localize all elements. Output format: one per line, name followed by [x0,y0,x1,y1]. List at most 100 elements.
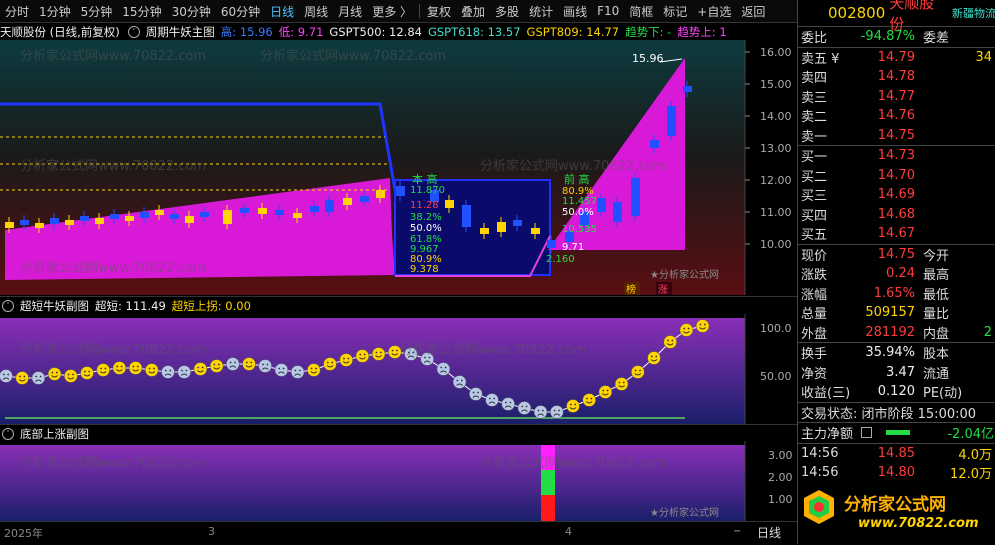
candle-body [185,216,194,223]
buy-price: 14.68 [877,206,915,222]
mark-button[interactable]: 标记 [658,3,692,20]
minus-icon[interactable]: − [733,526,741,537]
y-tick-label: 10.00 [760,238,792,251]
period-tab-weekly[interactable]: 周线 [299,3,333,20]
buy-row[interactable]: 买三 14.69 [798,185,995,205]
period-tab-daily[interactable]: 日线 [265,3,299,20]
back-button[interactable]: 返回 [736,3,770,20]
stat-label-2: 最低 [923,287,950,303]
time-label-april: 4 [565,525,572,538]
right-level-2: 50.0% [562,207,594,218]
site-logo: 分析家公式网 www.70822.com [798,484,995,544]
sell-row[interactable]: 卖五 ¥ 14.79 34 [798,48,995,68]
happy-face-icon [145,363,159,377]
main-net-toggle-icon[interactable] [861,427,872,439]
sub2-watermark-logo: ★分析家公式网 [650,506,719,519]
high-value: 高: 15.96 [220,24,273,39]
draw-line-button[interactable]: 画线 [558,3,592,20]
period-tab-monthly[interactable]: 月线 [333,3,367,20]
overlay-button[interactable]: 叠加 [456,3,490,20]
stat-row: 现价 14.75 今开 [798,245,995,265]
sub1-chart[interactable]: 分析家公式网www.70822.com 分析家公式网www.70822.com … [0,314,797,424]
watermark-text-5: 分析家公式网www.70822.com [20,260,206,276]
weicha-label: 委差 [923,31,950,47]
period-tab-15min[interactable]: 15分钟 [117,3,166,20]
sub2-bar-red [541,495,555,521]
quote-header: 002800 天顺股份 新疆物流 [798,0,995,33]
gspt809-value: GSPT809: 14.77 [526,24,620,39]
right-level-3: 10.535 [562,224,597,235]
period-tab-5min[interactable]: 5分钟 [76,3,118,20]
share-stat-label-2: 股本 [923,347,950,363]
period-tab-60min[interactable]: 60分钟 [216,3,265,20]
watermark-text-6: 分析家公式网www.70822.com [20,342,206,358]
add-watchlist-button[interactable]: +自选 [692,3,736,20]
stat-value: 14.75 [877,246,915,262]
left-level-6: 9.378 [410,264,439,275]
sell-price: 14.77 [877,88,915,104]
sad-face-icon [226,357,240,371]
stat-label-2: 最高 [923,268,950,284]
period-tab-30min[interactable]: 30分钟 [167,3,216,20]
sector-tag[interactable]: 新疆物流 [952,5,995,21]
period-tab-more[interactable]: 更多 〉 [367,3,417,20]
candle-body [258,208,267,214]
sub2-chart[interactable]: 分析家公式网www.70822.com 分析家公式网www.70822.com … [0,441,797,521]
happy-face-icon [339,353,353,367]
buy-row[interactable]: 买五 14.67 [798,224,995,244]
buy-level-label: 买二 [801,169,828,185]
candle-body [650,140,659,148]
f10-button[interactable]: F10 [592,4,624,18]
sub2-dropdown-icon[interactable]: ˅ [2,427,14,440]
sad-face-icon [517,401,532,415]
stat-label: 现价 [801,248,828,264]
sell-row[interactable]: 卖一 14.75 [798,126,995,146]
left-level-1: 38.2% [410,212,442,223]
stat-row: 总量 509157 量比 [798,303,995,323]
tag-zhang: 涨 [658,284,668,295]
sell-level-label: 卖一 [801,129,828,145]
happy-face-icon [96,363,110,377]
restore-rights-button[interactable]: 复权 [422,3,456,20]
period-tab-fenshi[interactable]: 分时 [0,3,34,20]
sub2-y-tick-2: 2.00 [768,471,793,484]
candle-body [547,240,556,248]
buy-row[interactable]: 买一 14.73 [798,146,995,166]
tick-price: 14.80 [877,465,915,481]
left-level-2: 50.0% [410,223,442,234]
left-small-fib: 11.28 [410,200,439,211]
sell-row[interactable]: 卖二 14.76 [798,106,995,126]
stat-row: 涨幅 1.65% 最低 [798,284,995,304]
candle-body [445,200,454,208]
candle-body [95,218,104,224]
buy-price: 14.73 [877,148,915,164]
buy-row[interactable]: 买四 14.68 [798,205,995,225]
happy-face-icon [647,351,661,365]
statistics-button[interactable]: 统计 [524,3,558,20]
share-stat-value: 35.94% [865,345,915,361]
sad-face-icon [31,371,46,385]
simple-frame-button[interactable]: 简框 [624,3,658,20]
indicator-name[interactable]: 周期牛妖主图 [146,24,215,40]
sell-level-label: 卖四 [801,71,828,87]
watermark-text-4: 分析家公式网www.70822.com [480,158,666,174]
candle-body [240,208,249,213]
buy-price: 14.70 [877,167,915,183]
candle-body [325,200,334,212]
period-tab-1min[interactable]: 1分钟 [34,3,76,20]
dropdown-circle-icon[interactable]: ˅ [127,25,140,38]
sub2-indicator-name[interactable]: 底部上涨副图 [20,426,89,442]
sell-row[interactable]: 卖四 14.78 [798,67,995,87]
period-switch-button[interactable]: 日线 [757,524,781,541]
sub1-indicator-name[interactable]: 超短牛妖副图 [20,298,89,314]
sell-row[interactable]: 卖三 14.77 [798,87,995,107]
sad-face-icon [452,375,467,389]
buy-price: 14.67 [877,226,915,242]
candle-body [531,228,540,234]
buy-row[interactable]: 买二 14.70 [798,166,995,186]
happy-face-icon [209,359,224,373]
share-stat-label: 换手 [801,347,828,363]
multi-stock-button[interactable]: 多股 [490,3,524,20]
main-chart[interactable]: 本 高 11.870 38.2% 50.0% 61.8% 9.967 80.9%… [0,40,797,295]
sub1-dropdown-icon[interactable]: ˅ [2,299,14,312]
